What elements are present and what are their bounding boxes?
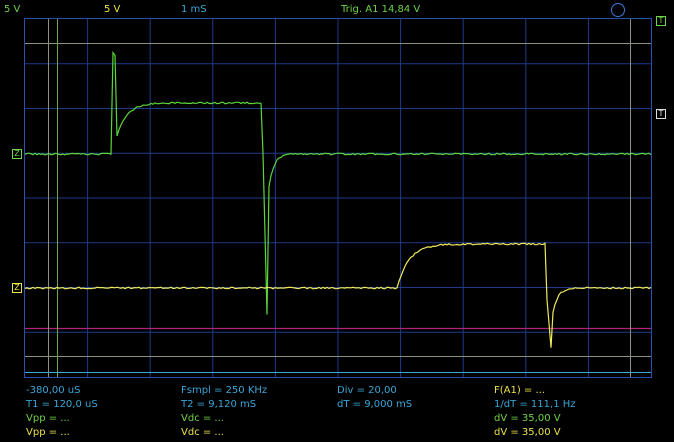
trigger-level-marker-icon[interactable]: T — [656, 109, 666, 119]
dv-ch1-readout: dV = 35,00 V — [494, 413, 561, 425]
graticule-grid — [25, 19, 651, 377]
vpp-ch1-readout: Vpp = ... — [26, 413, 70, 425]
ground-marker-ch2-icon[interactable]: Z — [12, 283, 22, 293]
dv-ch2-readout: dV = 35,00 V — [494, 427, 561, 439]
vdc-ch1-readout: Vdc = ... — [181, 413, 224, 425]
t2-readout: T2 = 9,120 mS — [181, 399, 256, 411]
frequency-readout: F(A1) = ... — [494, 385, 545, 397]
inverse-dt-readout: 1/dT = 111,1 Hz — [494, 399, 576, 411]
offset-readout: -380,00 uS — [26, 385, 80, 397]
fsmpl-readout: Fsmpl = 250 KHz — [181, 385, 267, 397]
scope-display[interactable] — [0, 0, 674, 442]
vpp-ch2-readout: Vpp = ... — [26, 427, 70, 439]
dt-readout: dT = 9,000 mS — [337, 399, 412, 411]
vdc-ch2-readout: Vdc = ... — [181, 427, 224, 439]
t1-readout: T1 = 120,0 uS — [26, 399, 98, 411]
trigger-marker-top-icon[interactable]: T — [656, 16, 666, 26]
div-readout: Div = 20,00 — [337, 385, 397, 397]
ground-marker-ch1-icon[interactable]: Z — [12, 149, 22, 159]
